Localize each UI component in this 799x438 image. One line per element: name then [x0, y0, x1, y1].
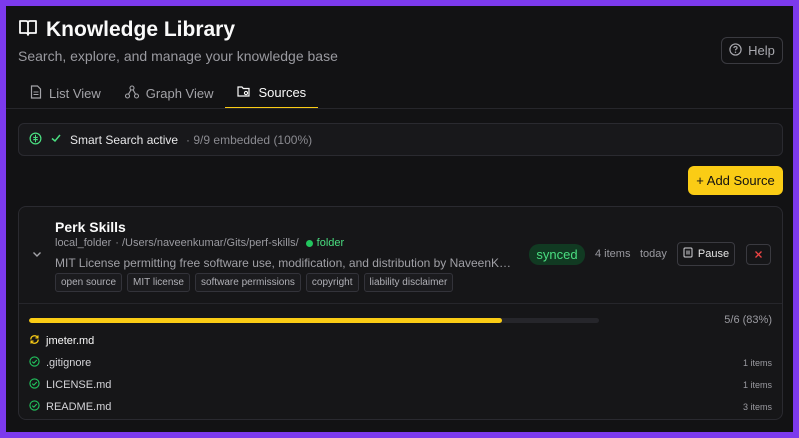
check-circle-icon [29, 400, 40, 414]
file-row[interactable]: .gitignore 1 items [29, 354, 772, 372]
page-title: Knowledge Library [46, 18, 236, 41]
tab-label: Graph View [145, 86, 214, 101]
source-kind: folder [316, 237, 345, 249]
file-row[interactable]: jmeter.md [29, 332, 772, 350]
pause-icon [683, 247, 693, 261]
tag: copyright [305, 273, 359, 292]
tab-sources[interactable]: Sources [225, 78, 319, 109]
check-circle-icon [29, 378, 40, 392]
header: Knowledge Library [18, 18, 235, 42]
question-icon [729, 42, 742, 59]
brain-icon [29, 132, 42, 148]
file-row[interactable]: README.md 3 items [29, 398, 772, 416]
file-row[interactable]: LICENSE.md 1 items [29, 376, 772, 394]
file-item-count: 1 items [742, 380, 772, 390]
help-label: Help [748, 43, 775, 58]
tag: software permissions [195, 273, 301, 292]
file-item-count: 3 items [742, 402, 772, 412]
sync-progress-bar [29, 318, 599, 323]
tab-graph-view[interactable]: Graph View [113, 78, 226, 109]
tab-label: Sources [258, 85, 307, 100]
sync-spinner-icon [29, 334, 40, 348]
remove-source-button[interactable] [746, 244, 771, 265]
help-button[interactable]: Help [721, 37, 783, 64]
item-count: 4 items [595, 248, 631, 260]
view-tabs: List View Graph View Sources [18, 78, 793, 109]
embedded-count: · 9/9 embedded (100%) [186, 132, 313, 147]
check-circle-icon [29, 356, 40, 370]
file-item-count: 1 items [742, 358, 772, 368]
file-name: jmeter.md [46, 335, 95, 347]
status-badge: synced [529, 244, 585, 265]
add-source-button[interactable]: + Add Source [688, 166, 783, 195]
status-dot [305, 239, 313, 247]
source-type: local_folder [55, 237, 112, 249]
document-icon [30, 85, 42, 102]
close-icon [754, 246, 763, 264]
file-name: LICENSE.md [46, 379, 112, 391]
book-icon [18, 19, 38, 42]
sync-progress-label: 5/6 (83%) [724, 314, 772, 326]
tab-label: List View [49, 86, 101, 101]
source-path: · /Users/naveenkumar/Gits/perf-skills/ [115, 237, 299, 249]
card-divider [19, 303, 782, 304]
source-location: local_folder · /Users/naveenkumar/Gits/p… [55, 237, 344, 249]
page-subtitle: Search, explore, and manage your knowled… [18, 48, 338, 64]
tab-list-view[interactable]: List View [18, 78, 113, 109]
folder-search-icon [237, 85, 251, 101]
chevron-down-icon[interactable] [31, 247, 43, 265]
tag: open source [55, 273, 123, 292]
app-window: Knowledge Library Search, explore, and m… [6, 6, 793, 432]
source-description: MIT License permitting free software use… [55, 256, 513, 270]
source-card: Perk Skills local_folder · /Users/naveen… [18, 206, 783, 420]
file-name: README.md [46, 401, 112, 413]
source-name: Perk Skills [55, 219, 126, 235]
pause-button[interactable]: Pause [677, 242, 735, 266]
tab-divider [6, 108, 793, 109]
last-updated: today [640, 248, 667, 260]
sync-progress-fill [29, 318, 503, 323]
pause-label: Pause [697, 248, 730, 260]
check-icon [50, 132, 62, 147]
graph-icon [124, 85, 139, 102]
smart-search-label: Smart Search active [70, 132, 179, 147]
tag-list: open source MIT license software permiss… [55, 273, 454, 292]
smart-search-status: Smart Search active · 9/9 embedded (100%… [18, 123, 783, 156]
file-name: .gitignore [46, 357, 92, 369]
tag: liability disclaimer [363, 273, 454, 292]
tag: MIT license [127, 273, 190, 292]
